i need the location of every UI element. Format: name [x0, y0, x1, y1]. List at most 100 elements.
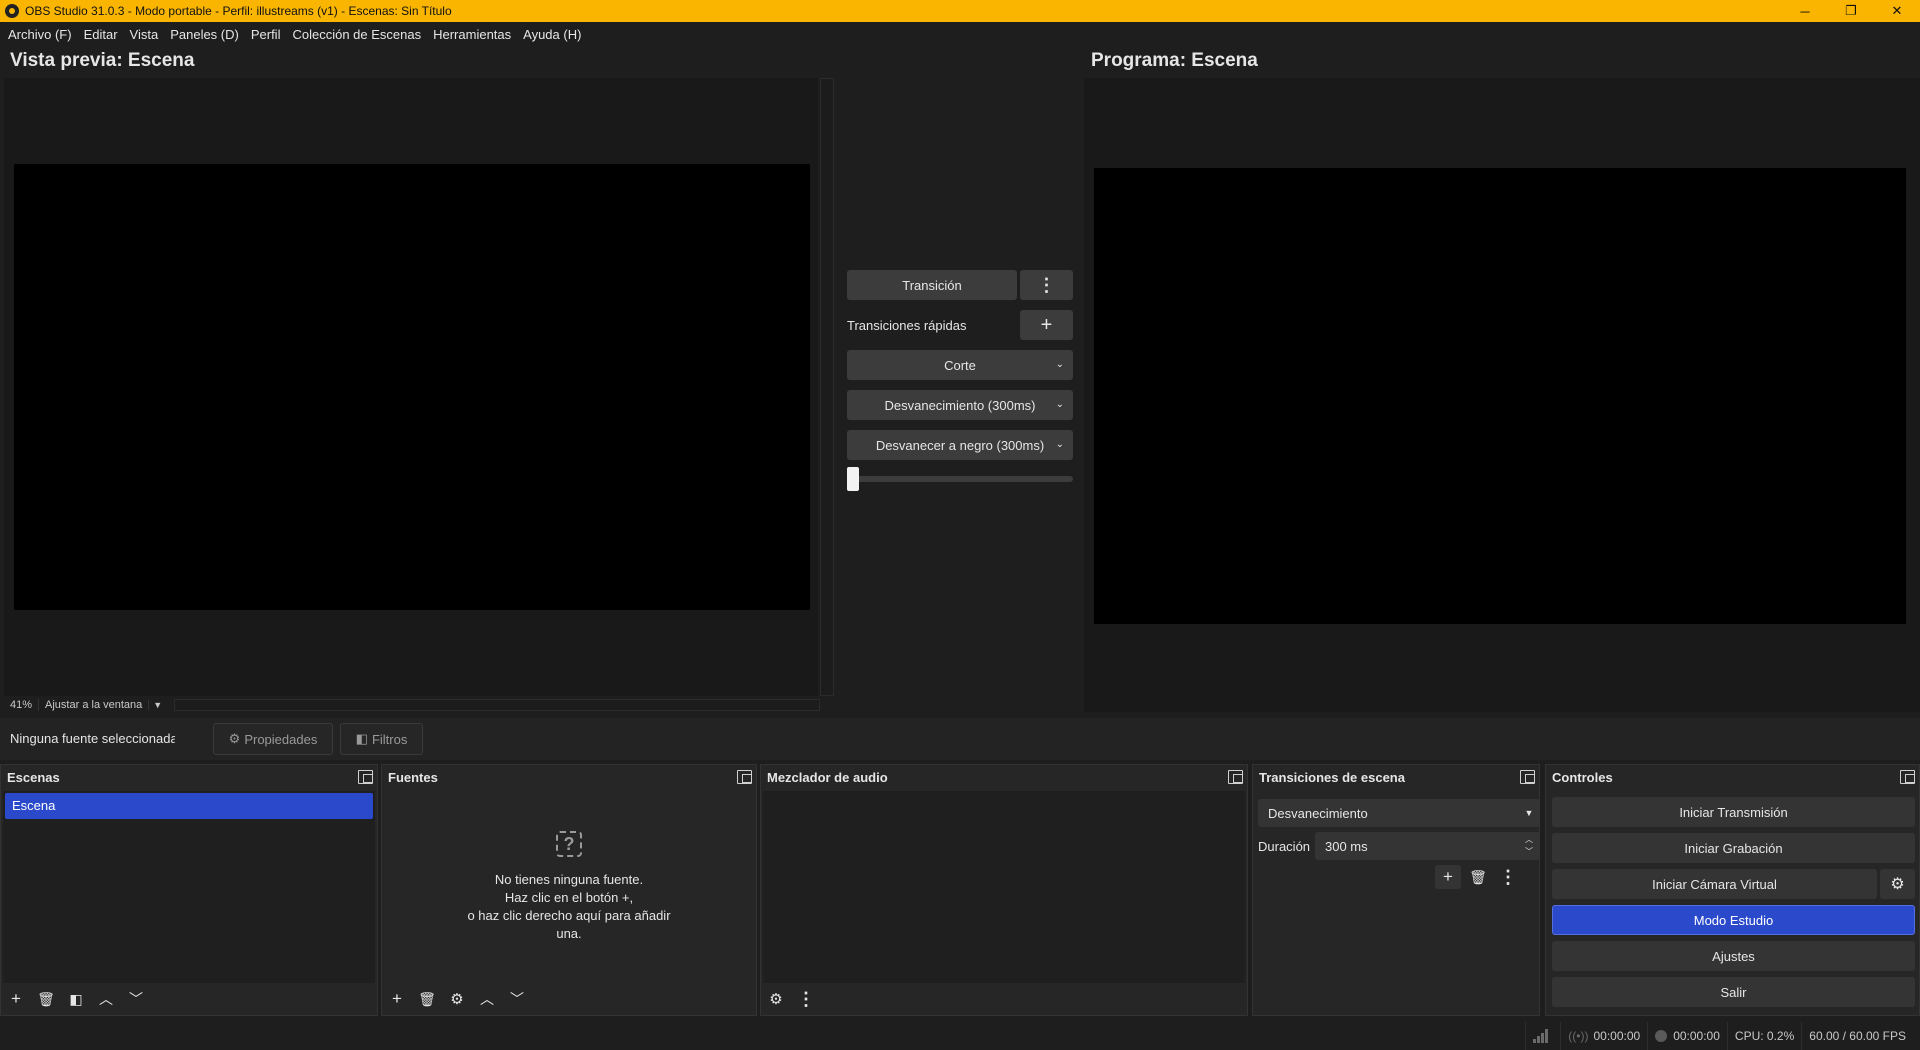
start-virtual-camera-button[interactable]: Iniciar Cámara Virtual	[1552, 869, 1877, 899]
record-icon	[1655, 1030, 1668, 1042]
menu-bar: Archivo (F) Editar Vista Paneles (D) Per…	[0, 22, 1920, 48]
float-dock-icon[interactable]	[1519, 769, 1535, 785]
scenes-list[interactable]: Escena	[3, 791, 375, 983]
transition-select[interactable]: Desvanecimiento ▼	[1258, 799, 1540, 827]
preview-status-bar: 41% Ajustar a la ventana ▼	[4, 697, 820, 713]
preview-canvas[interactable]	[14, 164, 810, 610]
scene-filter-icon[interactable]: ◧	[63, 987, 89, 1011]
transition-menu-button[interactable]: ⋮	[1020, 270, 1073, 300]
transition-button[interactable]: Transición	[847, 270, 1017, 300]
preview-area[interactable]	[4, 78, 818, 696]
start-stream-button[interactable]: Iniciar Transmisión	[1552, 797, 1915, 827]
sources-list[interactable]: ? No tienes ninguna fuente. Haz clic en …	[384, 791, 754, 983]
window-title: OBS Studio 31.0.3 - Modo portable - Perf…	[25, 4, 452, 18]
question-icon: ?	[556, 831, 582, 857]
plus-icon: +	[1040, 313, 1053, 336]
scene-transitions-dock-title: Transiciones de escena	[1253, 765, 1539, 789]
minimize-button[interactable]: ─	[1782, 0, 1828, 22]
menu-herramientas[interactable]: Herramientas	[427, 22, 517, 48]
audio-mixer-dock: Mezclador de audio ⚙ ⋮	[760, 764, 1248, 1016]
quick-transition-fade[interactable]: Desvanecimiento (300ms) ⌄	[847, 390, 1073, 420]
float-dock-icon[interactable]	[1227, 769, 1243, 785]
controls-dock: Controles Iniciar Transmisión Iniciar Gr…	[1545, 764, 1920, 1016]
scenes-dock-title: Escenas	[1, 765, 377, 789]
menu-ayuda[interactable]: Ayuda (H)	[517, 22, 587, 48]
quick-transition-fade-black[interactable]: Desvanecer a negro (300ms) ⌄	[847, 430, 1073, 460]
menu-perfil[interactable]: Perfil	[245, 22, 287, 48]
float-dock-icon[interactable]	[1899, 769, 1915, 785]
duration-spinbox[interactable]: 300 ms ︿ ﹀	[1315, 832, 1540, 860]
record-status: 00:00:00	[1647, 1022, 1727, 1050]
scene-item[interactable]: Escena	[5, 793, 373, 819]
chevron-up-icon[interactable]: ︿	[93, 987, 119, 1011]
add-transition-icon[interactable]: +	[1435, 865, 1461, 889]
exit-button[interactable]: Salir	[1552, 977, 1915, 1007]
program-area	[1084, 78, 1920, 712]
mixer-toolbar: ⚙ ⋮	[763, 985, 1245, 1013]
no-source-selected-label: Ninguna fuente seleccionada	[10, 731, 175, 746]
trash-icon[interactable]: 🗑	[1465, 865, 1491, 889]
filter-icon: ◧	[355, 731, 368, 746]
transition-toolbar: + 🗑 ⋮	[1435, 865, 1525, 889]
more-vertical-icon[interactable]: ⋮	[1495, 865, 1521, 889]
duration-label: Duración	[1258, 839, 1311, 854]
menu-vista[interactable]: Vista	[124, 22, 165, 48]
dropdown-arrow-icon[interactable]: ▼	[1518, 799, 1540, 827]
sources-empty-message: ? No tienes ninguna fuente. Haz clic en …	[384, 831, 754, 943]
virtual-camera-settings-button[interactable]: ⚙	[1880, 869, 1915, 899]
preview-vertical-scrollbar[interactable]	[820, 78, 834, 696]
chevron-down-icon[interactable]: ⌄	[1056, 399, 1064, 410]
chevron-down-icon[interactable]: ﹀	[504, 987, 530, 1011]
audio-mixer-dock-title: Mezclador de audio	[761, 765, 1247, 789]
add-scene-icon[interactable]: +	[3, 987, 29, 1011]
preview-horizontal-scrollbar[interactable]	[174, 699, 820, 711]
gear-icon: ⚙	[228, 731, 241, 746]
advanced-audio-gear-icon[interactable]: ⚙	[763, 987, 789, 1011]
scale-dropdown-icon[interactable]: ▼	[148, 700, 166, 710]
controls-dock-title: Controles	[1546, 765, 1919, 789]
add-source-icon[interactable]: +	[384, 987, 410, 1011]
studio-mode-button[interactable]: Modo Estudio	[1552, 905, 1915, 935]
menu-coleccion-escenas[interactable]: Colección de Escenas	[286, 22, 427, 48]
window-controls: ─ ❐ ✕	[1782, 0, 1920, 22]
sources-dock-title: Fuentes	[382, 765, 756, 789]
quick-transition-corte[interactable]: Corte ⌄	[847, 350, 1073, 380]
menu-paneles[interactable]: Paneles (D)	[164, 22, 245, 48]
status-bar: ((•)) 00:00:00 00:00:00 CPU: 0.2% 60.00 …	[0, 1022, 1920, 1050]
preview-scale-mode[interactable]: Ajustar a la ventana	[38, 699, 148, 711]
gear-icon[interactable]: ⚙	[444, 987, 470, 1011]
spin-arrows-icon[interactable]: ︿ ﹀	[1518, 832, 1540, 860]
chevron-down-icon[interactable]: ⌄	[1056, 359, 1064, 370]
cpu-usage: CPU: 0.2%	[1726, 1022, 1801, 1050]
filters-button[interactable]: ◧ Filtros	[340, 723, 423, 755]
obs-logo-icon	[5, 4, 19, 18]
tbar-track[interactable]	[847, 476, 1073, 482]
scene-transitions-dock: Transiciones de escena Desvanecimiento ▼…	[1252, 764, 1540, 1016]
menu-editar[interactable]: Editar	[78, 22, 124, 48]
scenes-dock: Escenas Escena + 🗑 ◧ ︿ ﹀	[0, 764, 378, 1016]
audio-mixer-area[interactable]	[763, 791, 1245, 983]
add-quick-transition-button[interactable]: +	[1020, 310, 1073, 340]
restore-button[interactable]: ❐	[1828, 0, 1874, 22]
program-title: Programa: Escena	[1091, 50, 1258, 71]
float-dock-icon[interactable]	[736, 769, 752, 785]
chevron-down-icon[interactable]: ⌄	[1056, 439, 1064, 450]
trash-icon[interactable]: 🗑	[33, 987, 59, 1011]
settings-button[interactable]: Ajustes	[1552, 941, 1915, 971]
menu-archivo[interactable]: Archivo (F)	[2, 22, 78, 48]
network-signal	[1525, 1022, 1560, 1050]
more-vertical-icon[interactable]: ⋮	[793, 987, 819, 1011]
properties-button[interactable]: ⚙ Propiedades	[213, 723, 333, 755]
trash-icon[interactable]: 🗑	[414, 987, 440, 1011]
program-canvas	[1094, 168, 1906, 624]
chevron-down-icon[interactable]: ﹀	[123, 987, 149, 1011]
float-dock-icon[interactable]	[357, 769, 373, 785]
close-button[interactable]: ✕	[1874, 0, 1920, 22]
start-record-button[interactable]: Iniciar Grabación	[1552, 833, 1915, 863]
quick-transitions-label: Transiciones rápidas	[847, 318, 967, 333]
preview-zoom-level: 41%	[10, 699, 33, 711]
fps-counter: 60.00 / 60.00 FPS	[1801, 1022, 1920, 1050]
chevron-up-icon[interactable]: ︿	[474, 987, 500, 1011]
source-toolbar: Ninguna fuente seleccionada ⚙ Propiedade…	[0, 718, 1920, 760]
tbar-handle[interactable]	[847, 467, 859, 491]
